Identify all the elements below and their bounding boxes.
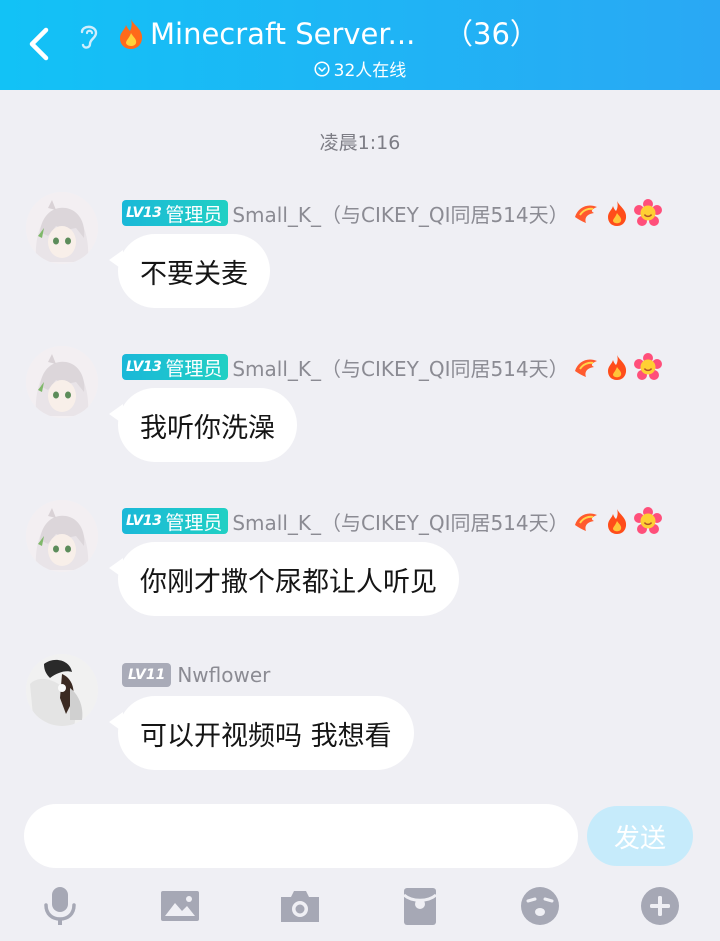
message-meta: LV11 Nwflower	[122, 660, 270, 690]
message-meta: LV13 管理员 Small_K_（与CIKEY_QI同居514天）	[122, 506, 662, 536]
sender-name[interactable]: Small_K_（与CIKEY_QI同居514天）	[232, 199, 568, 228]
avatar[interactable]	[26, 654, 98, 726]
avatar[interactable]	[26, 192, 98, 264]
dragon-emblem-icon	[574, 359, 597, 377]
fire-emblem-icon	[607, 201, 626, 226]
camera-button[interactable]	[278, 884, 322, 928]
flower-emblem-icon	[633, 507, 662, 534]
message-bubble[interactable]: 你刚才撒个尿都让人听见	[109, 542, 459, 616]
level-badge: LV13	[126, 359, 162, 375]
message-bubble[interactable]: 可以开视频吗 我想看	[109, 696, 414, 770]
message-item: LV13 管理员 Small_K_（与CIKEY_QI同居514天） 我听你洗澡	[0, 346, 720, 486]
plus-icon	[641, 887, 679, 925]
message-meta: LV13 管理员 Small_K_（与CIKEY_QI同居514天）	[122, 352, 662, 382]
message-item: LV13 管理员 Small_K_（与CIKEY_QI同居514天） 不要关麦	[0, 192, 720, 332]
message-item: LV13 管理员 Small_K_（与CIKEY_QI同居514天） 你刚才撒个…	[0, 500, 720, 640]
emoji-icon	[521, 887, 559, 925]
ear-icon[interactable]	[74, 20, 104, 52]
camera-icon	[281, 891, 319, 922]
flower-emblem-icon	[633, 353, 662, 380]
sender-name[interactable]: Small_K_（与CIKEY_QI同居514天）	[232, 507, 568, 536]
fire-icon	[120, 19, 143, 49]
input-toolbar	[0, 876, 720, 936]
chat-timestamp: 凌晨1:16	[319, 132, 401, 154]
avatar[interactable]	[26, 500, 98, 572]
red-packet-icon	[403, 888, 437, 925]
more-button[interactable]	[638, 884, 682, 928]
level-badge: LV13	[126, 205, 162, 221]
emoji-button[interactable]	[518, 884, 562, 928]
level-admin-badge: LV13 管理员	[122, 508, 229, 534]
chevron-down-circle-icon	[314, 60, 330, 77]
sender-name[interactable]: Small_K_（与CIKEY_QI同居514天）	[232, 353, 568, 382]
message-input[interactable]	[24, 804, 578, 868]
fire-emblem-icon	[607, 509, 626, 534]
role-label: 管理员	[165, 511, 223, 534]
group-name: Minecraft Server...	[150, 17, 416, 51]
microphone-button[interactable]	[38, 884, 82, 928]
message-bubble[interactable]: 我听你洗澡	[109, 388, 297, 462]
sender-name[interactable]: Nwflower	[177, 663, 270, 687]
role-label: 管理员	[165, 203, 223, 226]
level-badge: LV13	[126, 513, 162, 529]
level-badge: LV11	[122, 663, 172, 687]
role-label: 管理员	[165, 357, 223, 380]
level-admin-badge: LV13 管理员	[122, 354, 229, 380]
microphone-icon	[44, 887, 76, 925]
red-packet-button[interactable]	[398, 884, 442, 928]
member-count: （36）	[444, 17, 539, 51]
message-meta: LV13 管理员 Small_K_（与CIKEY_QI同居514天）	[122, 198, 662, 228]
send-button[interactable]: 发送	[587, 806, 693, 866]
image-button[interactable]	[158, 884, 202, 928]
online-status[interactable]: 32人在线	[0, 56, 720, 81]
online-count-text: 32人在线	[333, 61, 407, 81]
fire-emblem-icon	[607, 355, 626, 380]
dragon-emblem-icon	[574, 205, 597, 223]
message-bubble[interactable]: 不要关麦	[109, 234, 270, 308]
level-admin-badge: LV13 管理员	[122, 200, 229, 226]
dragon-emblem-icon	[574, 513, 597, 531]
group-title[interactable]: Minecraft Server...	[116, 12, 415, 56]
message-item: LV11 Nwflower 可以开视频吗 我想看	[0, 654, 720, 794]
image-icon	[161, 891, 199, 921]
avatar[interactable]	[26, 346, 98, 418]
flower-emblem-icon	[633, 199, 662, 226]
chat-header: Minecraft Server... （36） 32人在线	[0, 0, 720, 90]
